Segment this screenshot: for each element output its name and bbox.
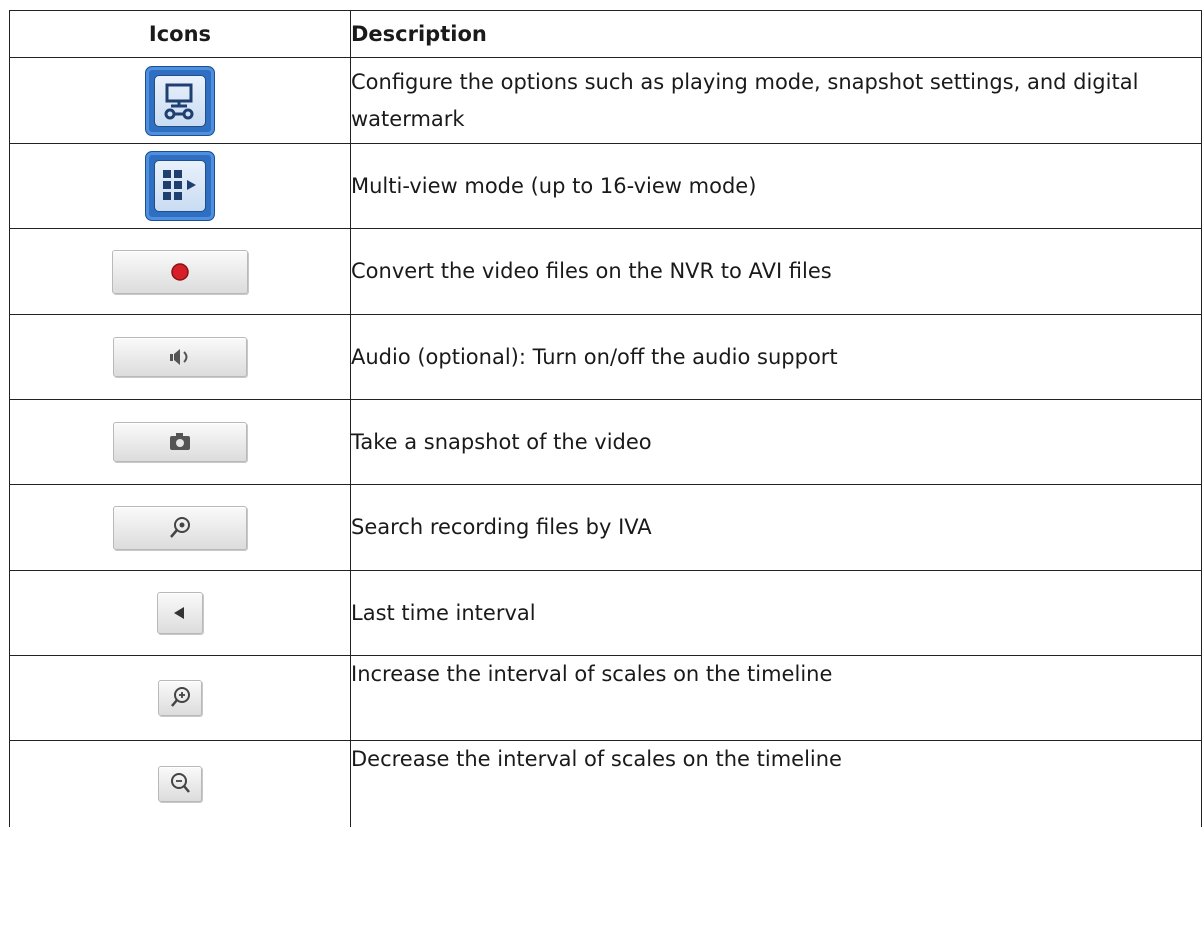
configure-options-icon[interactable] [145,65,215,136]
icon-cell [9,314,351,400]
row-description: Audio (optional): Turn on/off the audio … [350,314,1202,400]
icon-cell [9,484,351,571]
row-description: Last time interval [350,570,1202,656]
row-description: Configure the options such as playing mo… [350,57,1202,144]
audio-icon[interactable] [113,337,247,377]
icon-cell [9,655,351,741]
previous-interval-icon[interactable] [157,592,203,634]
multi-view-icon[interactable] [145,151,215,221]
description-column-header: Description [350,10,1202,58]
search-iva-icon[interactable] [113,505,247,550]
icon-description-table: Icons Description Configure the options … [9,10,1202,827]
row-description: Multi-view mode (up to 16-view mode) [350,143,1202,229]
table-row: Convert the video files on the NVR to AV… [9,228,1202,315]
icons-column-header: Icons [9,10,351,58]
zoom-in-icon[interactable] [158,680,202,716]
icon-cell [9,143,351,229]
table-row: Multi-view mode (up to 16-view mode) [9,143,1202,229]
zoom-out-icon[interactable] [158,765,202,802]
row-description: Increase the interval of scales on the t… [350,655,1202,741]
icon-cell [9,57,351,144]
icon-cell [9,570,351,656]
row-description: Convert the video files on the NVR to AV… [350,228,1202,315]
camera-snapshot-icon[interactable] [113,422,247,462]
row-description: Decrease the interval of scales on the t… [350,740,1202,827]
table-row: Audio (optional): Turn on/off the audio … [9,314,1202,400]
row-description: Take a snapshot of the video [350,399,1202,485]
table-row: Take a snapshot of the video [9,399,1202,485]
icon-cell [9,740,351,827]
table-row: Decrease the interval of scales on the t… [9,740,1202,827]
icon-cell [9,399,351,485]
record-convert-icon[interactable] [112,249,248,294]
table-row: Increase the interval of scales on the t… [9,655,1202,741]
table-header-row: Icons Description [9,10,1202,58]
icon-cell [9,228,351,315]
row-description: Search recording files by IVA [350,484,1202,571]
table-row: Last time interval [9,570,1202,656]
table-row: Configure the options such as playing mo… [9,57,1202,144]
table-row: Search recording files by IVA [9,484,1202,571]
